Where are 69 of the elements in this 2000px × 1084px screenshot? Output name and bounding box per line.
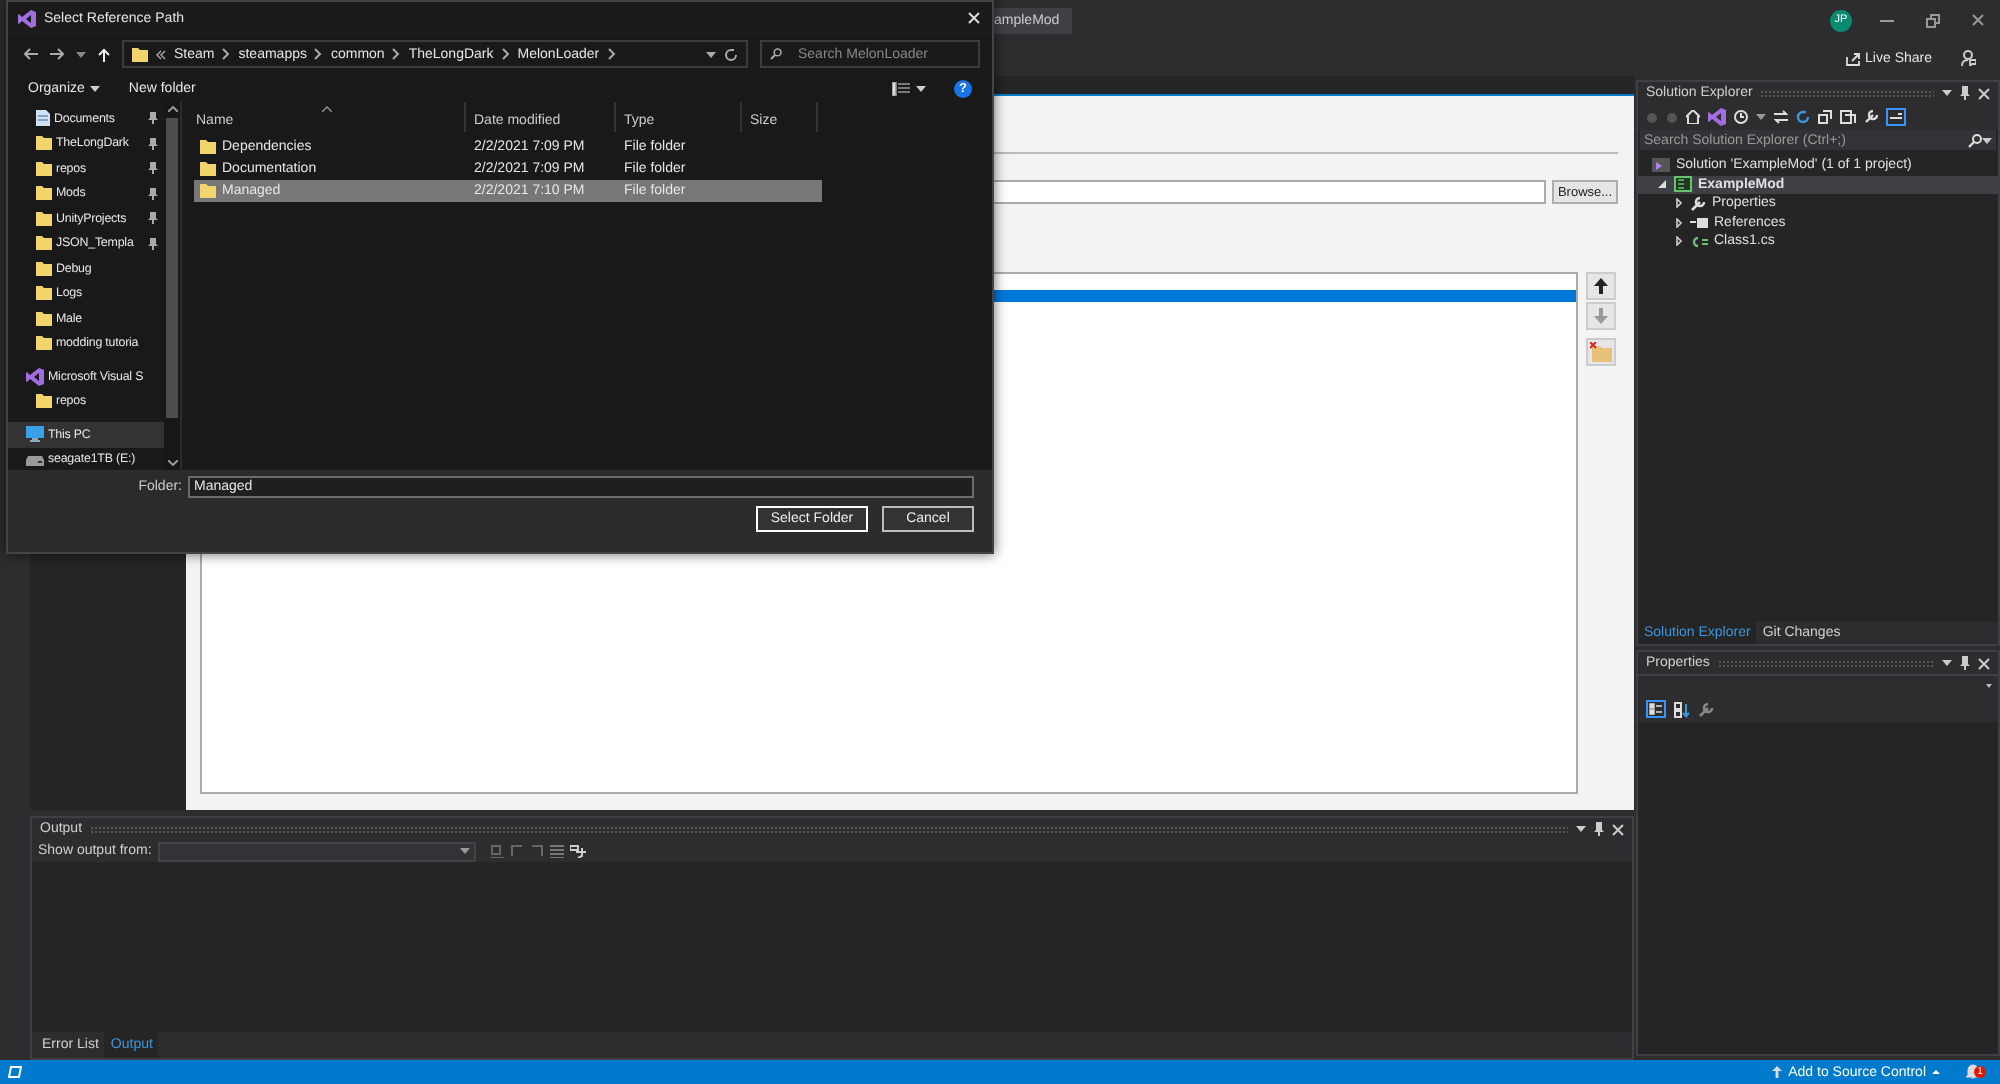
chevron-icon (501, 48, 510, 60)
computer-icon (26, 426, 44, 443)
list-icon[interactable] (549, 844, 564, 858)
expanded-arrow-icon[interactable] (1658, 180, 1666, 189)
sync-icon[interactable] (1774, 110, 1788, 124)
chevron-icon (222, 48, 231, 60)
collapse-all-icon[interactable] (1818, 110, 1832, 124)
references-icon (1690, 217, 1708, 228)
pin-icon[interactable] (1960, 86, 1970, 100)
caret-icon (1942, 660, 1952, 666)
minimize-icon[interactable] (1880, 19, 1894, 21)
csharp-project-icon (1674, 176, 1692, 193)
pin-icon[interactable] (1960, 656, 1970, 670)
caret-icon (1982, 137, 1992, 143)
wrench-icon (1690, 195, 1706, 212)
folder-icon (132, 47, 148, 61)
word-wrap-icon[interactable] (569, 844, 586, 858)
up-arrow-icon (1772, 1066, 1783, 1078)
delete-folder-icon (1590, 342, 1612, 362)
solution-icon (1652, 157, 1670, 174)
preview-icon[interactable] (1886, 108, 1906, 126)
search-icon (770, 48, 782, 60)
caret-icon (1986, 684, 1992, 688)
document-icon (36, 110, 50, 127)
view-icon (892, 81, 910, 95)
show-all-files-icon[interactable] (1840, 110, 1856, 124)
tool-icon[interactable] (489, 844, 504, 858)
caret-icon (1576, 826, 1586, 832)
caret-icon (90, 85, 101, 91)
move-up-button[interactable] (1586, 272, 1616, 300)
close-icon[interactable] (1978, 657, 1990, 669)
down-arrow-icon (1594, 308, 1608, 324)
up-icon[interactable] (98, 47, 110, 61)
caret-icon (1756, 114, 1766, 120)
close-icon[interactable] (1978, 87, 1990, 99)
caret-icon (1942, 90, 1952, 96)
scroll-down-icon[interactable] (167, 460, 177, 466)
feedback-icon[interactable] (1960, 50, 1976, 66)
close-icon[interactable] (1612, 823, 1624, 835)
caret-icon (76, 51, 86, 57)
caret-icon (459, 848, 470, 854)
visual-studio-icon (26, 367, 44, 386)
caret-icon (1932, 1070, 1940, 1074)
chevron-icon (392, 48, 401, 60)
folder-icon (36, 394, 52, 409)
refresh-icon[interactable] (724, 47, 738, 61)
switch-views-icon (1708, 108, 1726, 126)
caret-icon (706, 51, 716, 57)
home-icon[interactable] (1686, 110, 1700, 124)
csharp-file-icon (1690, 235, 1708, 248)
visual-studio-icon (18, 9, 36, 27)
share-icon (1845, 51, 1860, 65)
restore-icon[interactable] (1926, 13, 1940, 27)
refresh-icon[interactable] (1796, 110, 1810, 124)
up-arrow-icon (1594, 278, 1608, 294)
sort-caret-icon (321, 106, 331, 112)
alphabetical-icon[interactable] (1674, 701, 1690, 717)
drive-icon (26, 453, 44, 466)
search-icon[interactable] (1968, 133, 1982, 147)
chevron-icon (314, 48, 323, 60)
layout-icon[interactable] (8, 1066, 22, 1078)
pin-icon[interactable] (1594, 822, 1604, 836)
view-options-button[interactable] (892, 81, 926, 95)
chevron-icon (607, 48, 616, 60)
scroll-up-icon[interactable] (167, 106, 177, 112)
remove-button[interactable] (1586, 338, 1616, 366)
categorized-icon[interactable] (1646, 700, 1666, 718)
overflow-chevron-icon[interactable] (156, 49, 166, 59)
history-icon[interactable] (1734, 110, 1748, 124)
